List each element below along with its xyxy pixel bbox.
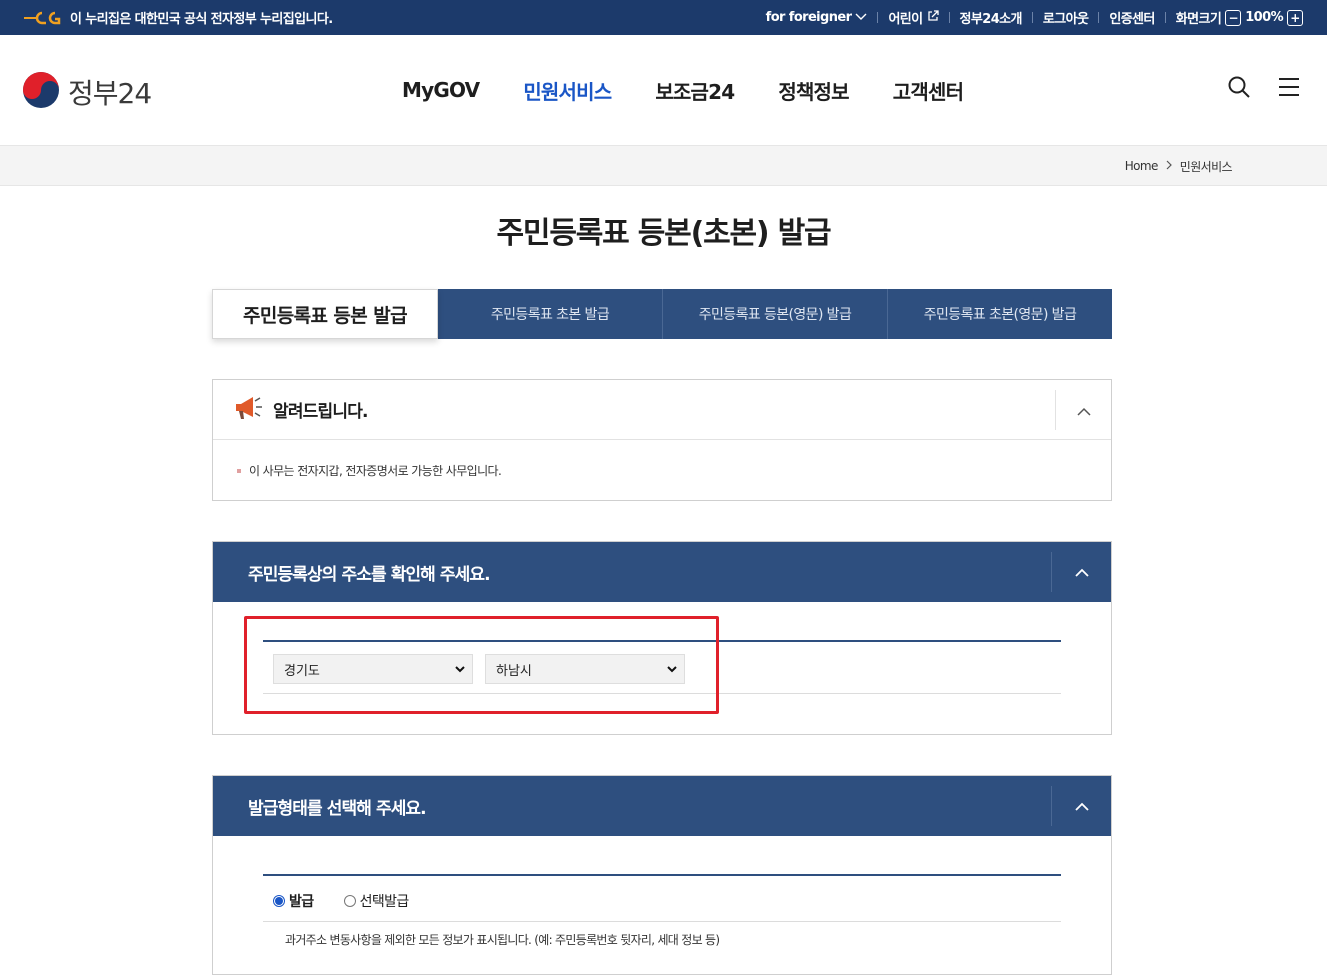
tab-resident-copy-english[interactable]: 주민등록표 등본(영문) 발급 [662,289,887,339]
divider [1098,12,1100,23]
radio-checked-icon [273,895,285,907]
foreigner-link[interactable]: for foreigner [766,10,868,25]
radio-selective-issue-label: 선택발급 [359,894,410,910]
cert-center-link[interactable]: 인증센터 [1109,8,1155,27]
search-icon[interactable] [1227,75,1251,103]
issue-type-section: 발급형태를 선택해 주세요. 발급 선택발급 과거주소 변동사항을 제외한 모든… [212,775,1112,975]
breadcrumb-bar: Home 민원서비스 [0,145,1327,186]
external-link-icon [927,9,939,26]
nav-civil-service[interactable]: 민원서비스 [523,76,612,105]
tab-resident-copy[interactable]: 주민등록표 등본 발급 [212,289,438,339]
address-section-header: 주민등록상의 주소를 확인해 주세요. [213,542,1111,602]
page-title: 주민등록표 등본(초본) 발급 [496,216,832,251]
chevron-up-icon [1074,796,1089,816]
notice-header: 알려드립니다. [213,380,1111,440]
issue-type-radio-group: 발급 선택발급 [273,891,409,911]
logout-link[interactable]: 로그아웃 [1043,8,1089,27]
issue-type-section-collapse-button[interactable] [1051,786,1111,826]
radio-issue-label: 발급 [289,894,314,910]
notice-body: 이 사무는 전자지갑, 전자증명서로 가능한 사무입니다. [213,440,1111,479]
top-links: for foreigner 어린이 정부24소개 로그아웃 인증센터 화면크기 … [766,0,1303,35]
zoom-in-button[interactable]: + [1287,9,1303,26]
screen-size-control: 화면크기 − 100% + [1176,8,1303,27]
foreigner-label: for foreigner [765,10,852,25]
gov-notice: 이 누리집은 대한민국 공식 전자정부 누리집입니다. [22,0,333,35]
radio-selective-issue[interactable]: 선택발급 [343,891,410,911]
notice-collapse-button[interactable] [1055,390,1111,430]
zoom-value: 100% [1245,10,1283,25]
main-nav: MyGOV 민원서비스 보조금24 정책정보 고객센터 [380,35,985,145]
megaphone-icon [233,394,265,426]
divider [948,12,950,23]
chevron-up-icon [1076,401,1091,420]
issue-type-section-header: 발급형태를 선택해 주세요. [213,776,1111,836]
breadcrumb: Home 민원서비스 [1125,146,1233,186]
notice-title: 알려드립니다. [273,402,369,422]
nav-customer-center[interactable]: 고객센터 [893,76,964,105]
nav-subsidy[interactable]: 보조금24 [655,76,735,105]
notice-panel: 알려드립니다. 이 사무는 전자지갑, 전자증명서로 가능한 사무입니다. [212,379,1112,501]
address-section-title: 주민등록상의 주소를 확인해 주세요. [248,564,491,585]
address-section-collapse-button[interactable] [1051,552,1111,592]
taegeuk-logo-icon [22,71,60,113]
breadcrumb-home[interactable]: Home [1125,159,1159,173]
notice-text: 이 사무는 전자지갑, 전자증명서로 가능한 사무입니다. [249,464,502,478]
radio-unchecked-icon [343,895,356,907]
top-utility-bar: 이 누리집은 대한민국 공식 전자정부 누리집입니다. for foreigne… [0,0,1327,35]
gov-notice-text: 이 누리집은 대한민국 공식 전자정부 누리집입니다. [70,12,333,27]
highlight-box [244,616,719,714]
nav-mygov[interactable]: MyGOV [402,78,480,102]
kids-label: 어린이 [888,12,923,27]
screen-size-label: 화면크기 [1175,12,1222,27]
nav-policy[interactable]: 정책정보 [778,76,849,105]
egov-logo-icon [22,10,62,26]
bullet-icon [237,468,241,473]
site-logo[interactable]: 정부24 [22,71,152,113]
header-icons [1227,75,1301,103]
service-tabs: 주민등록표 등본 발급 주민등록표 초본 발급 주민등록표 등본(영문) 발급 … [212,289,1112,339]
tab-resident-abstract-english[interactable]: 주민등록표 초본(영문) 발급 [887,289,1112,339]
tab-resident-abstract[interactable]: 주민등록표 초본 발급 [438,289,662,339]
menu-icon[interactable] [1277,75,1301,103]
logo-text: 정부24 [68,77,152,110]
about-link[interactable]: 정부24소개 [960,8,1023,27]
divider [877,12,879,23]
kids-link[interactable]: 어린이 [888,8,939,27]
radio-row-divider [263,921,1061,922]
issue-description: 과거주소 변동사항을 제외한 모든 정보가 표시됩니다. (예: 주민등록번호 … [285,933,720,947]
radio-issue[interactable]: 발급 [273,891,314,911]
site-header: 정부24 MyGOV 민원서비스 보조금24 정책정보 고객센터 [0,35,1327,145]
breadcrumb-current[interactable]: 민원서비스 [1180,158,1233,175]
form-top-border [263,874,1061,876]
chevron-right-icon [1165,159,1173,173]
chevron-up-icon [1074,562,1089,582]
issue-type-section-title: 발급형태를 선택해 주세요. [248,798,427,819]
chevron-down-icon [855,10,867,25]
divider [1164,12,1166,23]
zoom-out-button[interactable]: − [1225,9,1242,26]
divider [1031,12,1033,23]
